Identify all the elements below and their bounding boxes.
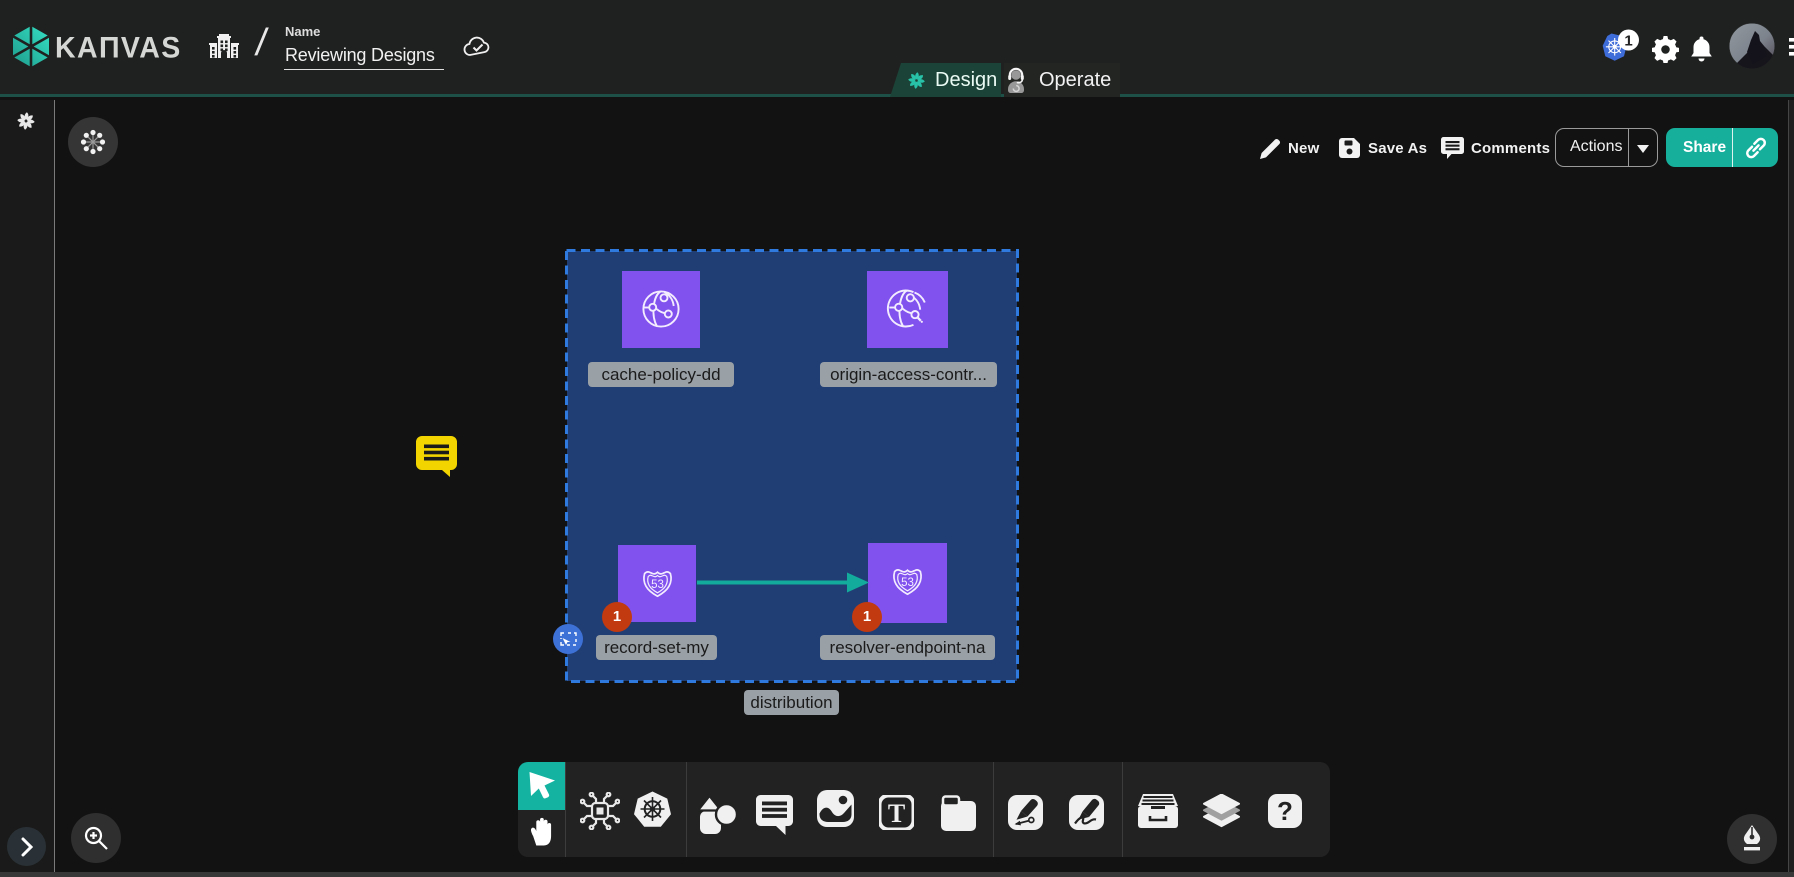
svg-text:?: ? [1277,796,1293,826]
svg-text:53: 53 [901,577,914,589]
svg-text:53: 53 [651,579,664,591]
svg-text:T: T [888,799,905,828]
svg-text:1: 1 [1624,33,1632,50]
